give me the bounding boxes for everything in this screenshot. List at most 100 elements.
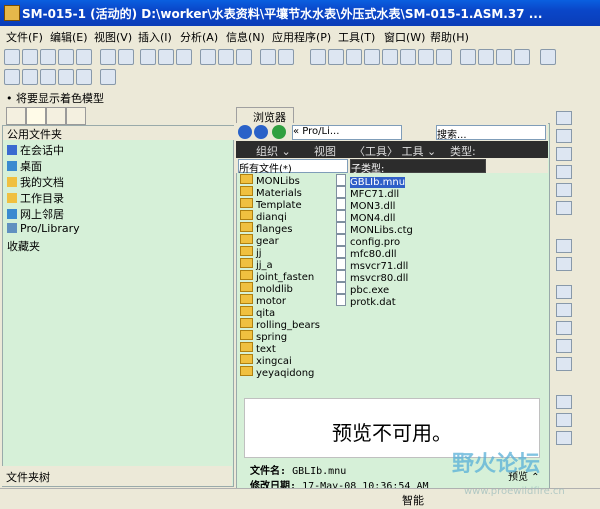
dimension-icon[interactable]	[40, 69, 56, 85]
curve-tool-icon[interactable]	[556, 165, 572, 179]
assemble-tool-icon[interactable]	[556, 257, 572, 271]
selection-filter[interactable]: 智能	[402, 492, 424, 508]
browser-tab[interactable]: 浏览器	[236, 107, 294, 124]
select-icon[interactable]	[236, 49, 252, 65]
paste-icon[interactable]	[176, 49, 192, 65]
axis-tool-icon[interactable]	[556, 147, 572, 161]
sweep-tool-icon[interactable]	[556, 321, 572, 335]
watermark-logo: 野火论坛	[452, 452, 541, 477]
file-type-select[interactable]: 所有文件(*)	[238, 159, 348, 175]
zoom-in-icon[interactable]	[382, 49, 398, 65]
watermark-url: www.proewildfire.cn	[464, 486, 565, 497]
constraint-icon[interactable]	[58, 69, 74, 85]
folder-item[interactable]: yeyaqidong	[240, 366, 314, 379]
find-icon[interactable]	[218, 49, 234, 65]
search-input[interactable]: 搜索...	[436, 125, 546, 141]
repaint-icon[interactable]	[260, 49, 276, 65]
menu-view[interactable]: 视图(V)	[94, 29, 132, 45]
file-item[interactable]: protk.dat	[336, 294, 396, 308]
folder-tree-footer[interactable]: 文件夹树	[2, 466, 232, 486]
save-icon[interactable]	[40, 49, 56, 65]
mirror-tool-icon[interactable]	[556, 413, 572, 427]
datum-axis-icon[interactable]	[328, 49, 344, 65]
regenerate-icon[interactable]	[200, 49, 216, 65]
trim-icon[interactable]	[76, 69, 92, 85]
no-hidden-icon[interactable]	[496, 49, 512, 65]
address-field[interactable]: « Pro/Li...	[292, 125, 402, 140]
hidden-line-icon[interactable]	[478, 49, 494, 65]
nav-item-pro-library[interactable]: Pro/Library	[7, 222, 80, 235]
plane-tool-icon[interactable]	[556, 129, 572, 143]
connections-tab[interactable]	[66, 107, 86, 125]
refresh-icon[interactable]	[272, 125, 286, 139]
nav-item-favorites[interactable]: 收藏夹	[7, 238, 40, 254]
forward-icon[interactable]	[254, 125, 268, 139]
folder-navigator: 公用文件夹 在会话中 桌面 我的文档 工作目录 网上邻居 Pro/Library…	[2, 125, 237, 487]
open-icon[interactable]	[22, 49, 38, 65]
folder-browser-tab[interactable]	[26, 107, 46, 125]
favorites-tab[interactable]	[46, 107, 66, 125]
preview-unavailable-text: 预览不可用。	[332, 421, 452, 445]
sketch-icon[interactable]	[4, 69, 20, 85]
nav-item-my-documents[interactable]: 我的文档	[7, 174, 64, 190]
file-icon	[336, 258, 346, 270]
print-icon[interactable]	[58, 49, 74, 65]
coordinate-system-icon[interactable]	[364, 49, 380, 65]
back-icon[interactable]	[238, 125, 252, 139]
redo-icon[interactable]	[118, 49, 134, 65]
wireframe-icon[interactable]	[460, 49, 476, 65]
file-icon	[336, 186, 346, 198]
menu-help[interactable]: 帮助(H)	[430, 29, 469, 45]
component-tool-icon[interactable]	[556, 239, 572, 253]
pattern-tool-icon[interactable]	[556, 395, 572, 409]
menu-file[interactable]: 文件(F)	[6, 29, 43, 45]
fit-icon[interactable]	[418, 49, 434, 65]
revolve-tool-icon[interactable]	[556, 303, 572, 317]
filename-value: GBLIb.mnu	[292, 466, 347, 477]
file-icon	[336, 198, 346, 210]
point-tool-icon[interactable]	[556, 183, 572, 197]
library-icon	[7, 223, 17, 233]
menu-edit[interactable]: 编辑(E)	[50, 29, 88, 45]
shading-icon[interactable]	[514, 49, 530, 65]
menu-info[interactable]: 信息(N)	[226, 29, 265, 45]
copy-icon[interactable]	[158, 49, 174, 65]
menu-analysis[interactable]: 分析(A)	[180, 29, 218, 45]
folder-icon	[240, 294, 253, 304]
cut-icon[interactable]	[140, 49, 156, 65]
subtype-select[interactable]: 子类型:	[350, 159, 486, 175]
menu-window[interactable]: 窗口(W)	[384, 29, 425, 45]
line-icon[interactable]	[22, 69, 38, 85]
working-dir-icon	[7, 193, 17, 203]
reorient-icon[interactable]	[436, 49, 452, 65]
datum-plane-icon[interactable]	[310, 49, 326, 65]
organize-button[interactable]: 组织 ⌄	[256, 143, 291, 159]
datum-point-icon[interactable]	[346, 49, 362, 65]
nav-item-network[interactable]: 网上邻居	[7, 206, 64, 222]
spin-center-icon[interactable]	[278, 49, 294, 65]
zoom-out-icon[interactable]	[400, 49, 416, 65]
extrude-tool-icon[interactable]	[556, 285, 572, 299]
nav-item-working-dir[interactable]: 工作目录	[7, 190, 64, 206]
merge-tool-icon[interactable]	[556, 431, 572, 445]
folder-icon	[240, 258, 253, 268]
nav-item-desktop[interactable]: 桌面	[7, 158, 42, 174]
csys-tool-icon[interactable]	[556, 201, 572, 215]
menu-tools[interactable]: 工具(T)	[338, 29, 375, 45]
hole-tool-icon[interactable]	[556, 357, 572, 371]
view-button[interactable]: 视图	[314, 143, 336, 159]
layers-icon[interactable]	[540, 49, 556, 65]
blend-tool-icon[interactable]	[556, 339, 572, 353]
menu-applications[interactable]: 应用程序(P)	[272, 29, 331, 45]
menu-insert[interactable]: 插入(I)	[138, 29, 172, 45]
nav-item-in-session[interactable]: 在会话中	[7, 142, 64, 158]
sketch-tool-icon[interactable]	[556, 111, 572, 125]
model-tree-tab[interactable]	[6, 107, 26, 125]
email-icon[interactable]	[76, 49, 92, 65]
toolbar-secondary	[0, 66, 600, 86]
context-help-icon[interactable]	[100, 69, 116, 85]
tools-button[interactable]: 〈工具〉 工具 ⌄	[354, 143, 436, 159]
right-toolbar	[550, 105, 600, 485]
new-icon[interactable]	[4, 49, 20, 65]
undo-icon[interactable]	[100, 49, 116, 65]
